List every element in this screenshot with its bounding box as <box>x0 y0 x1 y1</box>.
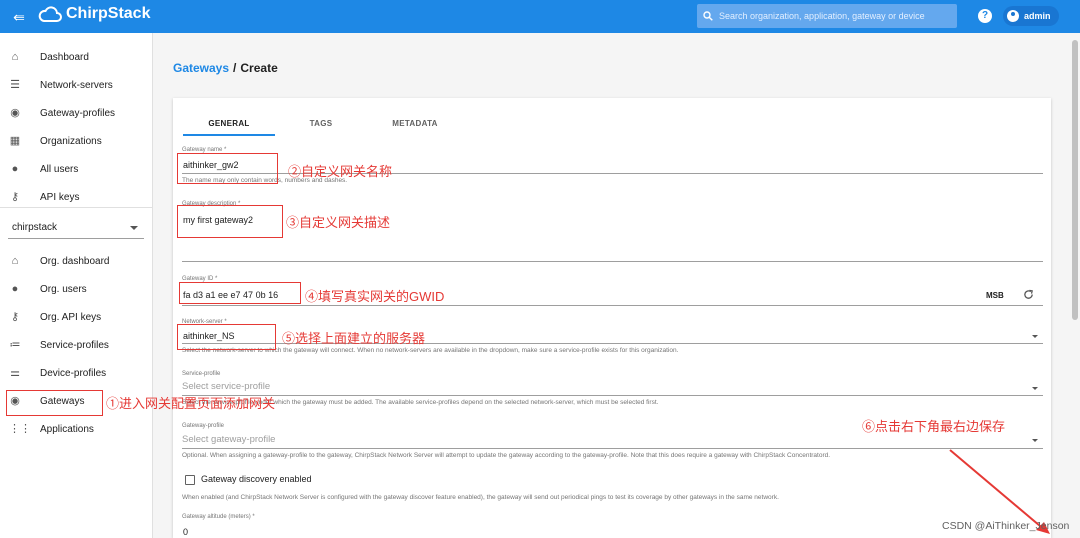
sidebar-item-label: Service-profiles <box>40 339 109 351</box>
organization-select-value: chirpstack <box>12 222 58 233</box>
tab-tags[interactable]: TAGS <box>283 112 359 136</box>
sidebar-item-org-api-keys[interactable]: ⚷ Org. API keys <box>0 303 153 331</box>
sidebar-item-device-profiles[interactable]: ⚌ Device-profiles <box>0 359 153 387</box>
watermark: CSDN @AiThinker_Jenson <box>942 520 1070 532</box>
breadcrumb-current: Create <box>240 61 278 75</box>
tab-metadata[interactable]: METADATA <box>373 112 457 136</box>
breadcrumb-separator: / <box>233 61 237 75</box>
sidebar-item-label: Org. dashboard <box>40 255 110 267</box>
wifi-tethering-icon: ◉ <box>10 107 20 119</box>
sidebar-item-label: Org. users <box>40 283 87 295</box>
sidebar-item-org-users[interactable]: ● Org. users <box>0 275 153 303</box>
tab-general[interactable]: GENERAL <box>183 112 275 136</box>
sidebar-item-all-users[interactable]: ● All users <box>0 155 153 183</box>
sidebar-item-label: Org. API keys <box>40 311 102 323</box>
chevron-down-icon <box>130 226 138 230</box>
annotation-step-3: ③自定义网关描述 <box>286 215 391 230</box>
sidebar-item-label: Applications <box>40 423 94 435</box>
key-icon: ⚷ <box>10 191 20 203</box>
sidebar-item-dashboard[interactable]: ⌂ Dashboard <box>0 43 153 71</box>
home-icon: ⌂ <box>11 255 19 267</box>
page-scrollbar[interactable] <box>1072 40 1078 320</box>
annotation-step-6: ⑥点击右下角最右边保存 <box>862 419 1006 434</box>
sidebar-item-gateway-profiles[interactable]: ◉ Gateway-profiles <box>0 99 153 127</box>
gateway-profile-underline <box>182 448 1043 449</box>
organization-select[interactable]: chirpstack <box>8 217 144 239</box>
server-icon: ☰ <box>10 79 20 91</box>
domain-icon: ▦ <box>9 135 21 147</box>
gateway-discovery-label: Gateway discovery enabled <box>201 474 312 484</box>
annotation-step-4: ④填写真实网关的GWID <box>305 289 445 304</box>
service-profile-label: Service-profile <box>182 371 221 377</box>
gateway-profile-select[interactable]: Select gateway-profile <box>182 434 275 445</box>
sidebar-item-organizations[interactable]: ▦ Organizations <box>0 127 153 155</box>
sidebar-item-label: API keys <box>40 191 80 203</box>
gateway-altitude-label: Gateway altitude (meters) * <box>182 514 255 520</box>
service-profile-underline <box>182 395 1043 396</box>
gateway-id-underline <box>182 305 1043 306</box>
annotation-box-gateway-description <box>177 205 283 238</box>
breadcrumb: Gateways / Create <box>173 61 278 75</box>
sidebar: ⌂ Dashboard ☰ Network-servers ◉ Gateway-… <box>0 33 153 538</box>
breadcrumb-gateways-link[interactable]: Gateways <box>173 61 229 75</box>
annotation-step-5: ⑤选择上面建立的服务器 <box>282 331 426 346</box>
sidebar-item-label: Organizations <box>40 135 102 147</box>
user-menu-button[interactable]: admin <box>1003 6 1059 26</box>
annotation-box-gateway-name <box>177 153 278 184</box>
chevron-down-icon <box>1032 439 1038 442</box>
chevron-down-icon <box>1032 335 1038 338</box>
msb-toggle-button[interactable]: MSB <box>986 291 1004 300</box>
cloud-logo-icon <box>38 6 62 22</box>
search-icon <box>703 11 713 21</box>
app-title: ChirpStack <box>66 5 151 22</box>
divider <box>0 207 153 208</box>
chevron-down-icon <box>1032 387 1038 390</box>
gateway-profile-helper: Optional. When assigning a gateway-profi… <box>182 452 831 459</box>
search-bar[interactable] <box>697 4 957 28</box>
gateway-discovery-checkbox[interactable] <box>185 475 195 485</box>
home-icon: ⌂ <box>11 51 19 63</box>
sidebar-item-applications[interactable]: ⋮⋮ Applications <box>0 415 153 443</box>
app-logo[interactable]: ChirpStack <box>38 5 150 23</box>
person-icon: ● <box>11 163 19 175</box>
sidebar-item-label: Dashboard <box>40 51 89 63</box>
key-icon: ⚷ <box>10 311 20 323</box>
annotation-box-network-server <box>177 324 276 350</box>
service-profile-select[interactable]: Select service-profile <box>182 381 270 392</box>
sidebar-item-org-dashboard[interactable]: ⌂ Org. dashboard <box>0 247 153 275</box>
account-icon <box>1007 10 1019 22</box>
tune-icon: ⚌ <box>10 367 20 379</box>
list-icon: ≔ <box>9 339 21 351</box>
menu-collapse-icon[interactable]: ⇚ <box>10 8 28 26</box>
sidebar-item-label: Gateway-profiles <box>40 107 116 119</box>
person-icon: ● <box>11 283 19 295</box>
sidebar-item-network-servers[interactable]: ☰ Network-servers <box>0 71 153 99</box>
sidebar-item-label: Device-profiles <box>40 367 107 379</box>
annotation-step-2: ②自定义网关名称 <box>288 164 393 179</box>
app-bar: ⇚ ChirpStack ? admin <box>0 0 1080 33</box>
sidebar-item-label: All users <box>40 163 79 175</box>
annotation-box-gateways-menu <box>6 390 103 416</box>
apps-icon: ⋮⋮ <box>9 423 31 435</box>
help-icon[interactable]: ? <box>978 9 992 23</box>
user-name: admin <box>1024 11 1051 21</box>
gateway-altitude-input[interactable]: 0 <box>183 527 188 537</box>
search-input[interactable] <box>719 11 949 21</box>
annotation-step-1: ①进入网关配置页面添加网关 <box>106 396 276 411</box>
gateway-description-underline <box>182 261 1043 262</box>
sidebar-item-label: Network-servers <box>40 79 113 91</box>
gateway-discovery-helper: When enabled (and ChirpStack Network Ser… <box>182 494 779 501</box>
refresh-icon[interactable] <box>1023 289 1034 300</box>
sidebar-item-service-profiles[interactable]: ≔ Service-profiles <box>0 331 153 359</box>
gateway-profile-label: Gateway-profile <box>182 423 225 429</box>
annotation-box-gateway-id <box>179 282 301 304</box>
